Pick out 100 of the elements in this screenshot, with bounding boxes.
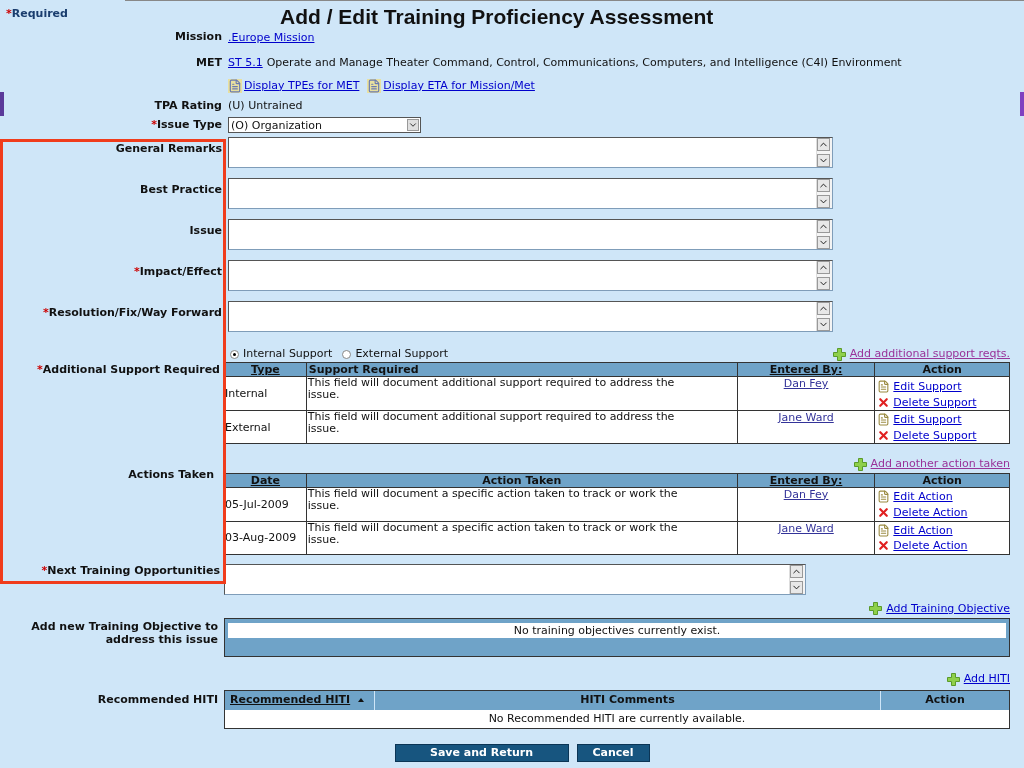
field-label: *Next Training Opportunities (40, 562, 220, 579)
scroll-up-icon[interactable] (817, 179, 830, 192)
scroll-down-icon[interactable] (817, 195, 830, 208)
column-header: HITI Comments (375, 690, 881, 710)
column-header[interactable]: Entered By: (736, 363, 875, 376)
column-header[interactable]: Date (225, 473, 306, 487)
field-label: General Remarks (114, 141, 222, 157)
action-link[interactable]: Edit Support (893, 413, 962, 427)
add-link[interactable]: Add additional support reqts. (849, 345, 1010, 363)
form-button[interactable]: Save and Return (394, 743, 569, 762)
edit-icon (877, 523, 891, 537)
scroll-down-icon[interactable] (817, 318, 830, 331)
field-label: *Issue Type (150, 117, 222, 131)
text-area[interactable] (224, 563, 806, 595)
scroll-up-icon[interactable] (817, 302, 830, 315)
column-header: Support Required (305, 363, 737, 376)
table-cell-text: 05-Jul-2009 (225, 496, 290, 513)
field-label: *Resolution/Fix/Way Forward (42, 305, 222, 321)
table-cell-text: 03-Aug-2009 (225, 530, 298, 546)
empty-message: No training objectives currently exist. (228, 623, 1006, 638)
column-header: Action (874, 473, 1009, 487)
column-header[interactable]: Type (225, 363, 306, 376)
display-link[interactable]: Display TPEs for MET (244, 77, 360, 95)
scroll-down-icon[interactable] (817, 236, 830, 249)
scroll-up-icon[interactable] (817, 261, 830, 274)
text-area[interactable] (228, 260, 833, 291)
action-link[interactable]: Delete Action (893, 506, 968, 519)
table-cell: This field will document a specific action taken to track or work the issue. (305, 521, 737, 554)
document-icon (367, 79, 382, 93)
edit-icon (877, 379, 891, 393)
scrollbar[interactable] (816, 220, 832, 249)
user-link[interactable]: Jane Ward (778, 411, 834, 424)
text-area[interactable] (228, 301, 833, 332)
user-link[interactable]: Dan Fey (783, 487, 829, 501)
scroll-up-icon[interactable] (817, 220, 830, 233)
scrollbar[interactable] (789, 564, 805, 594)
tpa-rating-value: (U) Untrained (228, 97, 303, 114)
scroll-down-icon[interactable] (817, 277, 830, 290)
user-link[interactable]: Jane Ward (778, 521, 834, 535)
delete-icon (877, 395, 891, 409)
action-link[interactable]: Delete Support (893, 428, 977, 442)
plus-icon (946, 672, 960, 686)
display-link[interactable]: Display ETA for Mission/Met (383, 77, 535, 95)
add-link[interactable]: Add another action taken (870, 456, 1010, 473)
action-link[interactable]: Edit Action (893, 490, 953, 503)
column-header[interactable]: Recommended HITI (225, 690, 375, 710)
scroll-up-icon[interactable] (790, 564, 803, 578)
action-link[interactable]: Delete Support (893, 395, 977, 409)
text-area[interactable] (228, 219, 833, 250)
delete-icon (877, 428, 891, 442)
field-label: TPA Rating (153, 98, 222, 114)
field-label: Best Practice (139, 182, 222, 198)
document-icon (228, 79, 242, 93)
table-cell: This field will document additional support required to address the issue. (305, 377, 737, 410)
field-label: Actions Taken (127, 468, 214, 481)
scrollbar[interactable] (816, 302, 832, 331)
empty-message: No Recommended HITI are currently available. (487, 710, 747, 727)
required-note: *Required (6, 6, 69, 22)
column-header: Action (924, 691, 966, 708)
table-cell-text: External (225, 419, 272, 436)
scroll-down-icon[interactable] (817, 154, 830, 167)
table-cell-text: Internal (225, 386, 269, 402)
field-label: MET (195, 56, 222, 70)
edit-icon (877, 490, 891, 503)
form-button[interactable]: Cancel (576, 743, 650, 762)
scrollbar[interactable] (816, 261, 832, 290)
scrollbar[interactable] (816, 179, 832, 208)
plus-icon (869, 602, 883, 616)
action-link[interactable]: Edit Action (893, 523, 953, 537)
plus-icon (853, 457, 867, 471)
mission-link[interactable]: .Europe Mission (228, 30, 315, 47)
scroll-up-icon[interactable] (817, 138, 830, 151)
text-area[interactable] (228, 137, 833, 168)
user-link[interactable]: Dan Fey (783, 377, 829, 390)
radio-button[interactable] (230, 349, 239, 359)
column-header[interactable]: Entered By: (736, 473, 875, 487)
table-cell: This field will document a specific action taken to track or work the issue. (305, 487, 737, 521)
scrollbar[interactable] (816, 138, 832, 167)
action-link[interactable]: Delete Action (893, 539, 968, 553)
met-link[interactable]: ST 5.1 (228, 54, 263, 71)
add-link[interactable]: Add Training Objective (886, 600, 1010, 617)
delete-icon (877, 539, 891, 553)
field-label: Issue (188, 223, 222, 239)
text-area[interactable] (228, 178, 833, 209)
dropdown-icon (407, 119, 419, 131)
field-label: Add new Training Objective to address this issue (30, 619, 218, 648)
issue-type-select[interactable]: (O) Organization (228, 117, 421, 133)
met-description: Operate and Manage Theater Command, Control, Communications, Computers, and Intelligence (C4I) Environment (266, 54, 902, 71)
scroll-down-icon[interactable] (790, 580, 803, 594)
add-link[interactable]: Add HITI (963, 671, 1010, 688)
radio-label: External Support (355, 345, 448, 362)
column-header: Action (874, 363, 1009, 376)
action-link[interactable]: Edit Support (893, 379, 962, 393)
field-label: *Additional Support Required (36, 362, 220, 376)
plus-icon (832, 347, 846, 361)
radio-label: Internal Support (243, 345, 333, 362)
radio-button[interactable] (342, 349, 352, 359)
page-title: Add / Edit Training Proficiency Assessment (280, 5, 714, 30)
table-cell: This field will document additional support required to address the issue. (305, 411, 737, 443)
delete-icon (877, 506, 891, 519)
